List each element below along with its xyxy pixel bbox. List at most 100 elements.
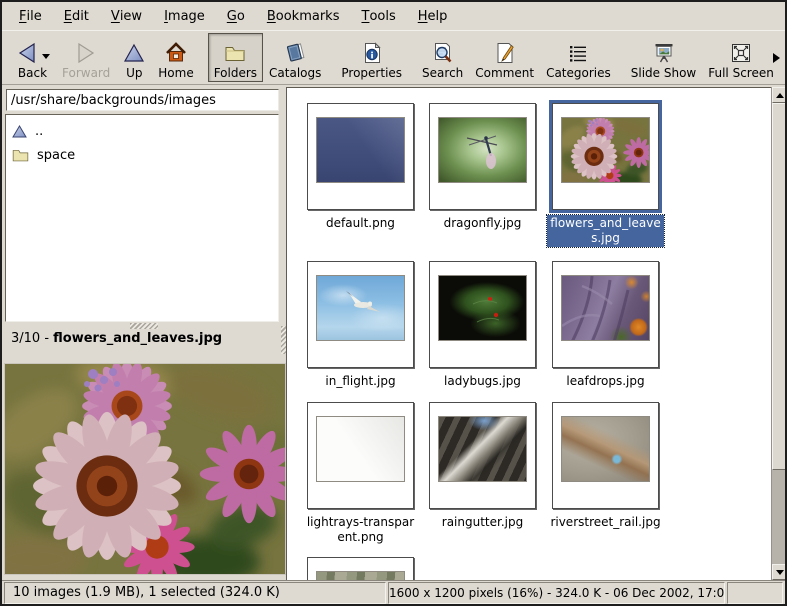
- folder-list[interactable]: .. space: [5, 114, 279, 322]
- thumbnail-frame: [429, 402, 536, 509]
- forward-label: Forward: [62, 66, 110, 80]
- menu-view[interactable]: View: [100, 2, 153, 30]
- folder-item-label: ..: [35, 124, 43, 139]
- thumbnail-image: [438, 117, 527, 183]
- search-label: Search: [422, 66, 463, 80]
- slide-show-label: Slide Show: [631, 66, 696, 80]
- thumbnail-item[interactable]: ladybugs.jpg: [423, 261, 542, 390]
- catalogs-button[interactable]: Catalogs: [263, 33, 327, 82]
- up-button[interactable]: Up: [116, 33, 152, 82]
- selection-filename: flowers_and_leaves.jpg: [53, 331, 222, 346]
- thumbnail-frame: [307, 261, 414, 368]
- thumbnail-item[interactable]: raingutter.jpg: [423, 402, 542, 531]
- toolbar: Back Forward Up: [2, 30, 785, 85]
- home-button[interactable]: Home: [152, 33, 199, 82]
- full-screen-label: Full Screen: [708, 66, 774, 80]
- folder-item-parent[interactable]: ..: [6, 119, 278, 143]
- catalogs-label: Catalogs: [269, 66, 321, 80]
- selection-info: 3/10 - flowers_and_leaves.jpg: [2, 327, 285, 351]
- status-image-info: 1600 x 1200 pixels (16%) - 324.0 K - 06 …: [388, 582, 725, 604]
- menu-bookmarks[interactable]: Bookmarks: [256, 2, 351, 30]
- thumbnail-label: in_flight.jpg: [302, 373, 419, 390]
- scrollbar-thumb[interactable]: [772, 103, 787, 470]
- forward-icon: [74, 41, 98, 65]
- dragonfly-figure: [439, 118, 527, 183]
- menu-bar: File Edit View Image Go Bookmarks Tools …: [2, 2, 785, 30]
- full-screen-button[interactable]: Full Screen: [702, 33, 780, 82]
- thumbnail-image: [561, 416, 650, 482]
- folders-button[interactable]: Folders: [208, 33, 263, 82]
- folder-item-label: space: [37, 148, 75, 163]
- status-bar: 10 images (1.9 MB), 1 selected (324.0 K)…: [2, 580, 785, 605]
- thumbnail-pane[interactable]: default.png dragonfly.jpg flowers_an: [286, 87, 771, 580]
- thumbnail-frame: [307, 402, 414, 509]
- thumbnail-label: riverstreet_rail.jpg: [547, 514, 664, 531]
- parent-dir-icon: [12, 125, 27, 138]
- categories-label: Categories: [546, 66, 611, 80]
- comment-label: Comment: [475, 66, 534, 80]
- thumbnail-frame: [552, 402, 659, 509]
- folder-icon: [12, 148, 29, 162]
- preview-image: [5, 364, 285, 574]
- up-arrow-icon: [776, 93, 784, 98]
- leaves-figure: [562, 276, 650, 341]
- thumbnail-item-partial[interactable]: [301, 557, 420, 580]
- folders-icon: [223, 41, 247, 65]
- search-button[interactable]: Search: [416, 33, 469, 82]
- thumbnail-frame: [552, 261, 659, 368]
- thumbnail-label: leafdrops.jpg: [547, 373, 664, 390]
- full-screen-icon: [729, 41, 753, 65]
- toolbar-overflow-arrow[interactable]: [773, 53, 780, 63]
- comment-icon: [493, 41, 517, 65]
- properties-icon: [360, 41, 384, 65]
- folders-label: Folders: [214, 66, 257, 80]
- home-icon: [164, 41, 188, 65]
- thumbnail-item[interactable]: default.png: [301, 103, 420, 232]
- scroll-up-button[interactable]: [772, 87, 787, 103]
- thumbnail-image: [561, 275, 650, 341]
- categories-button[interactable]: Categories: [540, 33, 617, 82]
- flowers-figure: [562, 118, 650, 183]
- menu-tools[interactable]: Tools: [350, 2, 406, 30]
- down-arrow-icon: [776, 570, 784, 575]
- forward-button[interactable]: Forward: [56, 33, 116, 82]
- thumbnail-item[interactable]: in_flight.jpg: [301, 261, 420, 390]
- thumbnail-frame: [429, 261, 536, 368]
- preview-pane[interactable]: [4, 363, 286, 575]
- thumbnail-item[interactable]: leafdrops.jpg: [546, 261, 665, 390]
- categories-icon: [566, 41, 590, 65]
- back-icon: [15, 41, 39, 65]
- thumbnail-frame: [552, 103, 659, 210]
- thumbnail-item[interactable]: lightrays-transparent.png: [301, 402, 420, 546]
- back-button[interactable]: Back: [9, 33, 56, 82]
- thumbnail-image: [438, 275, 527, 341]
- thumbnail-label: ladybugs.jpg: [424, 373, 541, 390]
- thumbnail-label: raingutter.jpg: [424, 514, 541, 531]
- home-label: Home: [158, 66, 193, 80]
- menu-image[interactable]: Image: [153, 2, 216, 30]
- thumbnail-item[interactable]: flowers_and_leaves.jpg: [546, 103, 665, 247]
- back-dropdown-arrow[interactable]: [42, 54, 50, 59]
- properties-label: Properties: [341, 66, 402, 80]
- folder-item-space[interactable]: space: [6, 143, 278, 167]
- gthumb-window: File Edit View Image Go Bookmarks Tools …: [0, 0, 787, 606]
- menu-edit[interactable]: Edit: [53, 2, 100, 30]
- thumbnail-item[interactable]: riverstreet_rail.jpg: [546, 402, 665, 531]
- properties-button[interactable]: Properties: [335, 33, 408, 82]
- comment-button[interactable]: Comment: [469, 33, 540, 82]
- thumbnail-image: [316, 416, 405, 482]
- menu-go[interactable]: Go: [216, 2, 256, 30]
- menu-file[interactable]: File: [8, 2, 53, 30]
- back-label: Back: [18, 66, 47, 80]
- bird-figure: [317, 276, 405, 341]
- thumbnail-image: [438, 416, 527, 482]
- slide-show-button[interactable]: Slide Show: [625, 33, 702, 82]
- thumbnail-item[interactable]: dragonfly.jpg: [423, 103, 542, 232]
- thumbnail-scrollbar[interactable]: [771, 87, 787, 580]
- location-input[interactable]: [6, 89, 279, 111]
- scroll-down-button[interactable]: [772, 564, 787, 580]
- menu-help[interactable]: Help: [407, 2, 459, 30]
- thumbnail-image: [561, 117, 650, 183]
- thumbnail-frame: [307, 103, 414, 210]
- up-label: Up: [126, 66, 142, 80]
